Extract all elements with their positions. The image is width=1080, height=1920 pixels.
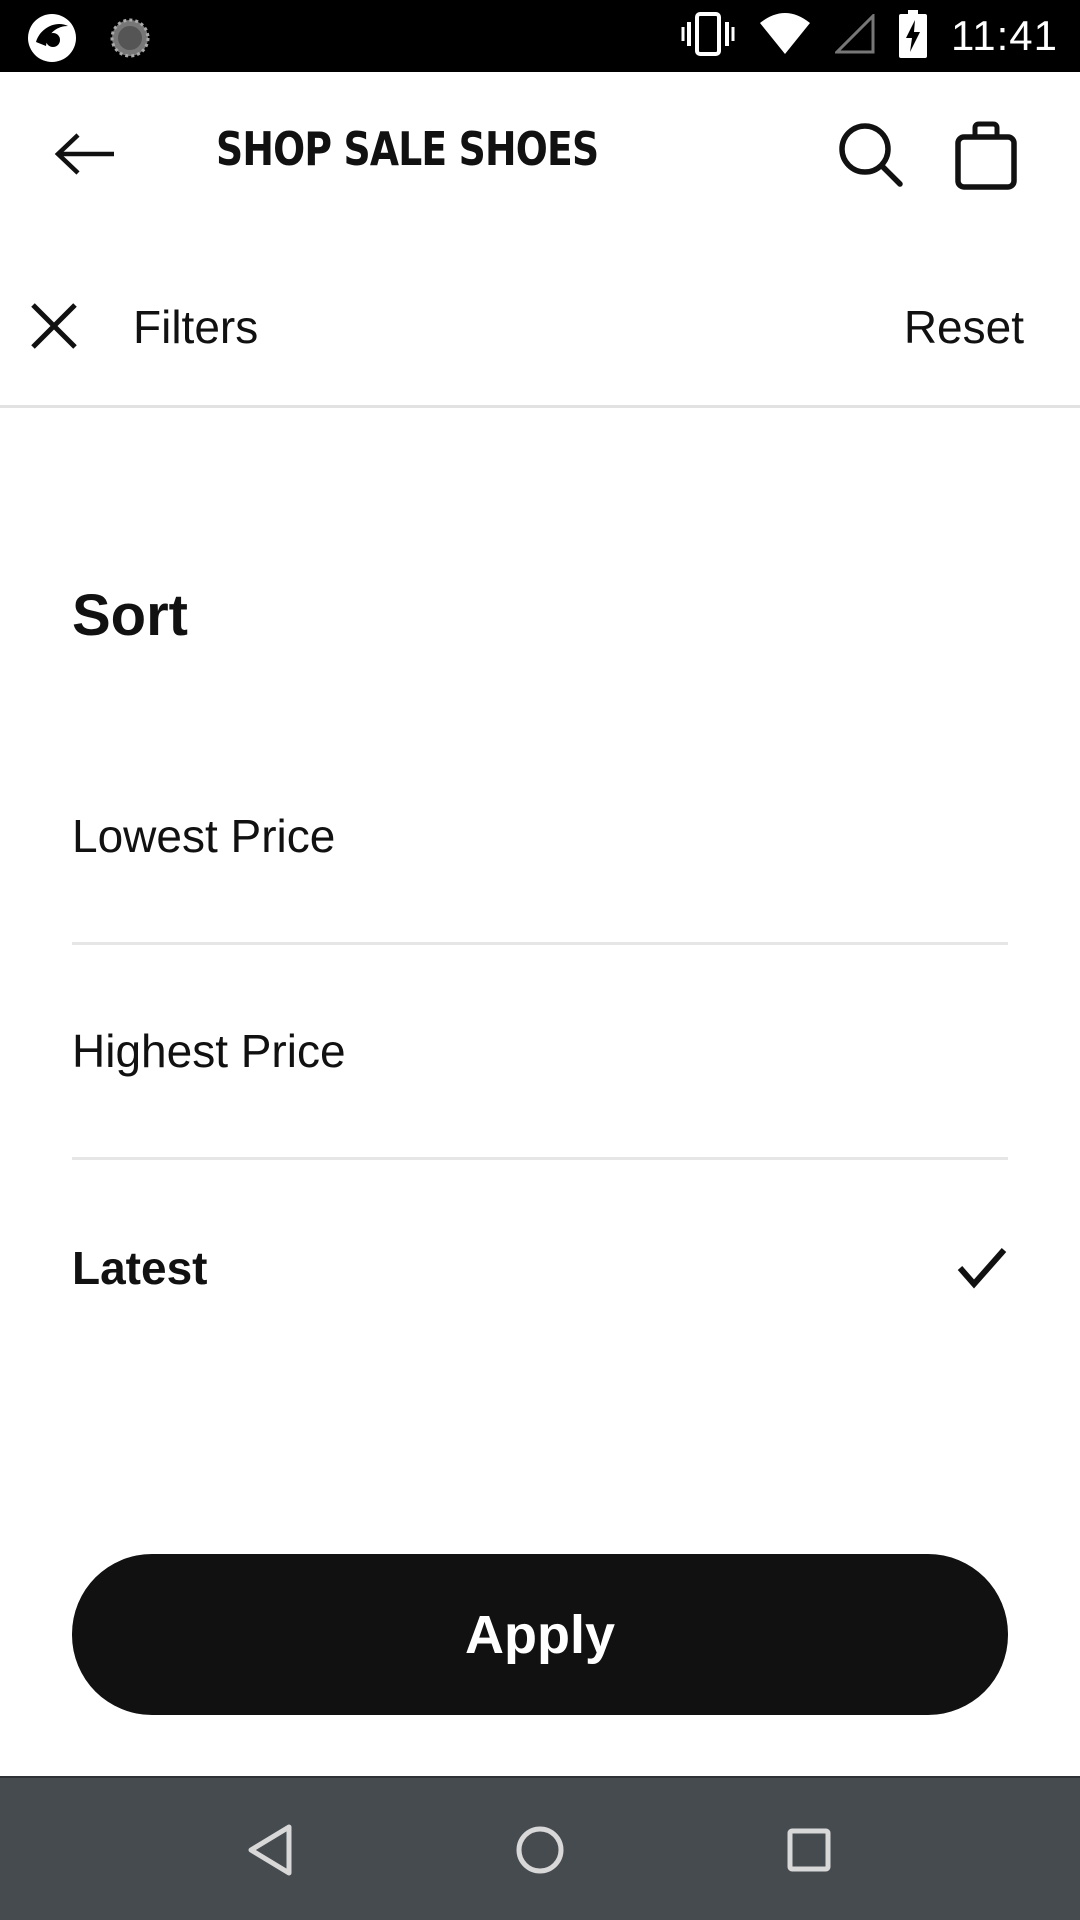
page-title: SHOP SALE SHOES xyxy=(216,122,599,176)
filters-bar: Filters Reset xyxy=(0,242,1080,408)
status-bar: 11:41 xyxy=(0,0,1080,72)
filters-title: Filters xyxy=(133,301,259,353)
nav-back-icon xyxy=(248,1824,292,1876)
sort-option-label: Highest Price xyxy=(72,1025,346,1077)
sort-heading: Sort xyxy=(72,583,188,648)
wifi-icon xyxy=(759,12,811,60)
battery-charging-icon xyxy=(899,9,927,63)
nav-recents-icon xyxy=(787,1828,831,1872)
apply-button-label: Apply xyxy=(464,1604,615,1665)
sort-option-latest[interactable]: Latest xyxy=(72,1160,1008,1375)
nav-back-button[interactable] xyxy=(226,1806,314,1894)
shopping-bag-icon xyxy=(955,121,1017,190)
reset-button[interactable]: Reset xyxy=(904,300,1024,354)
sort-option-label: Lowest Price xyxy=(72,810,336,862)
close-icon xyxy=(31,303,77,349)
search-button[interactable] xyxy=(836,120,906,190)
search-icon xyxy=(839,123,903,187)
cellular-signal-icon xyxy=(833,11,875,59)
filters-screen: 11:41 SHOP SALE SHOES Filters Reset Sort… xyxy=(0,0,1080,1920)
sort-option-highest-price[interactable]: Highest Price xyxy=(72,945,1008,1160)
sort-options-list: Lowest Price Highest Price Latest xyxy=(72,730,1008,1375)
vibrate-icon xyxy=(681,11,735,61)
nav-home-icon xyxy=(516,1826,564,1874)
status-left-icons xyxy=(26,12,152,69)
sort-option-label: Latest xyxy=(72,1241,208,1294)
app-logo-icon xyxy=(26,12,78,69)
status-time: 11:41 xyxy=(951,12,1058,59)
close-filters-button[interactable] xyxy=(26,298,82,354)
apply-button[interactable]: Apply xyxy=(72,1554,1008,1715)
checkmark-icon xyxy=(957,1247,1007,1289)
nav-home-button[interactable] xyxy=(496,1806,584,1894)
status-right-icons: 11:41 xyxy=(681,0,1058,72)
back-button[interactable] xyxy=(48,124,124,184)
nav-recents-button[interactable] xyxy=(765,1806,853,1894)
loading-icon xyxy=(108,16,152,65)
system-nav-bar xyxy=(0,1776,1080,1920)
back-arrow-icon xyxy=(54,133,114,175)
sort-option-lowest-price[interactable]: Lowest Price xyxy=(72,730,1008,945)
app-header: SHOP SALE SHOES xyxy=(0,72,1080,242)
shopping-bag-button[interactable] xyxy=(950,118,1022,194)
